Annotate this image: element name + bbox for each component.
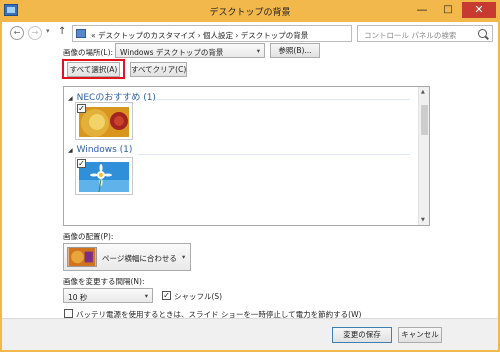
gallery-scrollbar[interactable]: ▲ ▼: [418, 87, 429, 225]
interval-label: 画像を変更する間隔(N):: [63, 277, 145, 286]
maximize-button[interactable]: □: [436, 2, 460, 18]
location-value: Windows デスクトップの背景: [120, 48, 224, 57]
title-bar[interactable]: デスクトップの背景 — □ ✕: [0, 0, 500, 22]
location-label: 画像の場所(L):: [63, 48, 114, 57]
recent-pages-chevron-icon[interactable]: ▾: [46, 27, 50, 35]
shuffle-label[interactable]: シャッフル(S): [174, 291, 222, 302]
cancel-button[interactable]: キャンセル: [398, 327, 442, 343]
control-panel-small-icon: [76, 29, 86, 38]
chevron-down-icon: ▾: [256, 47, 260, 55]
address-bar[interactable]: « デスクトップのカスタマイズ › 個人設定 › デスクトップの背景 ▾ ↻: [72, 25, 421, 43]
interval-value: 10 秒: [68, 293, 88, 302]
wallpaper-thumbnail-windows[interactable]: ✓: [75, 157, 133, 195]
browse-button[interactable]: 参照(B)...: [270, 43, 320, 58]
close-button[interactable]: ✕: [462, 2, 496, 18]
up-arrow-icon[interactable]: ↑: [58, 26, 66, 37]
save-changes-button[interactable]: 変更の保存: [332, 327, 392, 343]
location-select[interactable]: Windows デスクトップの背景 ▾: [115, 43, 265, 58]
expand-icon[interactable]: ◢: [68, 95, 73, 102]
scroll-down-icon[interactable]: ▼: [421, 217, 425, 223]
shuffle-checkbox[interactable]: ✓: [162, 291, 171, 300]
dialog-footer: 変更の保存 キャンセル: [2, 318, 498, 350]
scrollbar-thumb[interactable]: [421, 105, 428, 135]
battery-checkbox[interactable]: [64, 309, 73, 318]
clear-all-button[interactable]: すべてクリア(C): [130, 62, 187, 77]
back-arrow-icon[interactable]: ←: [10, 26, 24, 40]
wallpaper-gallery[interactable]: ◢ NECのおすすめ (1) ✓ ◢ Windows (1) ✓ ▲ ▼: [63, 86, 430, 226]
wallpaper-thumbnail-nec[interactable]: ✓: [75, 102, 133, 140]
content-area: ← → ▾ ↑ « デスクトップのカスタマイズ › 個人設定 › デスクトップの…: [2, 22, 498, 350]
position-preview-image: [67, 247, 97, 267]
group-divider: [156, 99, 410, 100]
search-input[interactable]: コントロール パネルの検索: [357, 25, 493, 42]
highlight-box: [62, 59, 125, 79]
group-title-windows: Windows (1): [76, 145, 133, 155]
position-value: ページ横幅に合わせる: [102, 254, 177, 263]
windows-wallpaper-image: [79, 162, 129, 192]
chevron-down-icon: ▾: [182, 253, 186, 261]
group-header-windows[interactable]: ◢ Windows (1): [68, 145, 132, 155]
minimize-button[interactable]: —: [410, 2, 434, 18]
nec-wallpaper-checkbox[interactable]: ✓: [77, 104, 86, 113]
windows-wallpaper-checkbox[interactable]: ✓: [77, 159, 86, 168]
nec-wallpaper-image: [79, 107, 129, 137]
search-icon[interactable]: [478, 29, 487, 38]
breadcrumb[interactable]: « デスクトップのカスタマイズ › 個人設定 › デスクトップの背景: [91, 30, 308, 41]
position-label: 画像の配置(P):: [63, 232, 114, 241]
forward-arrow-icon[interactable]: →: [28, 26, 42, 40]
chevron-down-icon: ▾: [144, 292, 148, 300]
position-select[interactable]: ページ横幅に合わせる ▾: [63, 243, 191, 271]
search-placeholder: コントロール パネルの検索: [364, 31, 457, 40]
group-divider: [138, 154, 410, 155]
expand-icon[interactable]: ◢: [68, 147, 73, 154]
interval-select[interactable]: 10 秒 ▾: [63, 288, 153, 303]
scroll-up-icon[interactable]: ▲: [421, 89, 425, 95]
